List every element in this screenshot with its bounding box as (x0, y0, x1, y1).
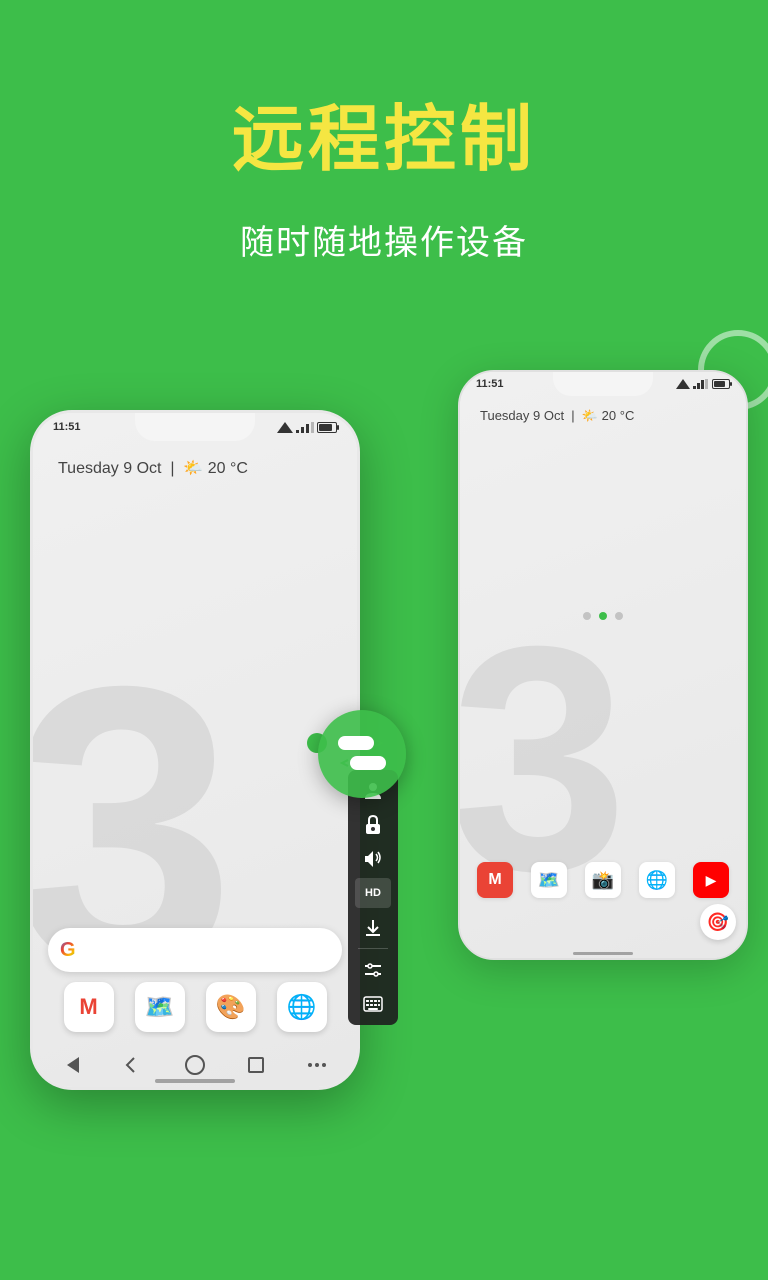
remote-toolbar: HD (348, 770, 398, 1025)
swap-icon-container (318, 710, 406, 798)
phone-front-date: Tuesday 9 Oct | 🌤️ 20 °C (58, 458, 337, 478)
phones-container: 11:51 (0, 290, 768, 1210)
dot-inactive2 (615, 612, 623, 620)
phone-back-date: Tuesday 9 Oct | 🌤️ 20 °C (480, 407, 726, 425)
main-title: 远程控制 (232, 80, 536, 185)
phone-back-date-text: Tuesday 9 Oct | 🌤️ 20 °C (480, 408, 634, 423)
signal-icon-front (277, 422, 293, 433)
app-maps-back: 🗺️ (531, 862, 567, 898)
phone-front-nav-bar (33, 1051, 357, 1079)
phone-front-date-text: Tuesday 9 Oct | 🌤️ 20 °C (58, 460, 248, 477)
app-photos-back: 📸 (585, 862, 621, 898)
app-chrome-front: 🌐 (277, 982, 327, 1032)
phone-front-screen: 11:51 (33, 413, 357, 1087)
signal-icon (676, 379, 690, 389)
phone-back-dots (460, 612, 746, 620)
phone-back-status-icons (676, 379, 730, 389)
phone-front-time: 11:51 (53, 421, 81, 433)
phone-back: 11:51 (458, 370, 748, 960)
phone-back-home-indicator (573, 952, 633, 955)
app-gmail-front: M (64, 982, 114, 1032)
dot-inactive (583, 612, 591, 620)
wifi-icon-front (296, 422, 314, 433)
settings-svg (364, 962, 382, 978)
battery-icon-front (317, 422, 337, 433)
lock-svg (364, 815, 382, 835)
back-arrow-icon (125, 1056, 143, 1074)
google-g-logo: G (60, 939, 76, 962)
toolbar-volume-icon (355, 844, 391, 874)
phone-back-assistant: 🎯 (700, 904, 736, 940)
keyboard-svg (363, 996, 383, 1012)
nav-recent-icon (242, 1051, 270, 1079)
phone-front-home-indicator (155, 1079, 235, 1083)
app-chrome-back: 🌐 (639, 862, 675, 898)
battery-icon (712, 379, 730, 389)
toolbar-lock-icon (355, 810, 391, 840)
phone-front-app-dock: M 🗺️ 🎨 🌐 (33, 982, 357, 1032)
app-maps-front: 🗺️ (135, 982, 185, 1032)
nav-more-icon (303, 1051, 331, 1079)
nav-home-icon (181, 1051, 209, 1079)
app-photos-front: 🎨 (206, 982, 256, 1032)
phone-back-app-row: M 🗺️ 📸 🌐 ▶ (460, 862, 746, 898)
subtitle: 随时随地操作设备 (240, 215, 528, 264)
phone-front-status-bar: 11:51 (53, 421, 337, 433)
wifi-icon (693, 379, 709, 389)
swap-icon-inner (336, 732, 388, 776)
phone-back-status-bar: 11:51 (476, 378, 730, 390)
phone-front-status-icons (277, 422, 337, 433)
toolbar-hd-icon: HD (355, 878, 391, 908)
nav-arrow-icon (120, 1051, 148, 1079)
toolbar-settings-icon (355, 955, 391, 985)
phone-back-time: 11:51 (476, 378, 504, 390)
volume-svg (364, 849, 382, 869)
page-container: 远程控制 随时随地操作设备 11:51 (0, 0, 768, 1280)
phone-front: 11:51 (30, 410, 360, 1090)
arrow-down-svg (364, 918, 382, 936)
nav-back-icon (59, 1051, 87, 1079)
assistant-icon-back: 🎯 (700, 904, 736, 940)
app-youtube-back: ▶ (693, 862, 729, 898)
dot-active (599, 612, 607, 620)
toolbar-divider (358, 948, 388, 949)
remote-sync-icon (336, 732, 388, 776)
app-gmail-back: M (477, 862, 513, 898)
hd-label: HD (365, 887, 381, 899)
phone-front-google-search: G (48, 928, 342, 972)
toolbar-keyboard-icon (355, 989, 391, 1019)
toolbar-arrow-down-icon (355, 912, 391, 942)
phone-back-screen: 11:51 (460, 372, 746, 958)
